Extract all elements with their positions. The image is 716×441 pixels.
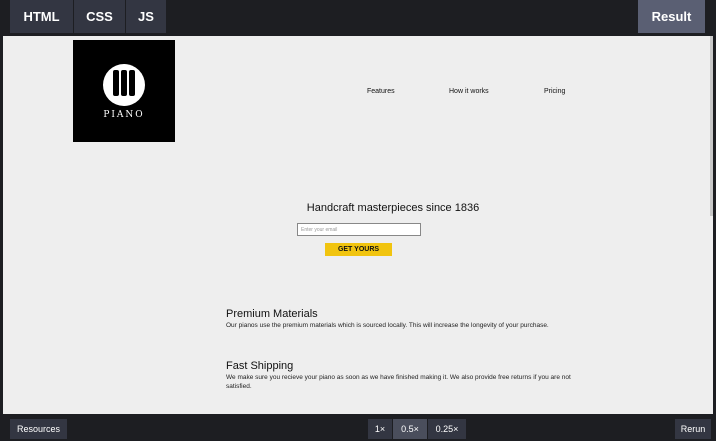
nav-link-how-it-works[interactable]: How it works (449, 88, 489, 95)
nav-link-pricing[interactable]: Pricing (544, 88, 565, 95)
nav-link-features[interactable]: Features (367, 88, 395, 95)
hero-title: Handcraft masterpieces since 1836 (306, 202, 480, 214)
logo-text: PIANO (103, 110, 145, 120)
resources-button[interactable]: Resources (10, 419, 67, 439)
result-frame: PIANO Features How it works Pricing Hand… (3, 36, 713, 414)
feature-description: We make sure you recieve your piano as s… (226, 374, 571, 390)
editor-toolbar: HTML CSS JS Result (0, 0, 716, 36)
feature-title: Premium Materials (226, 308, 318, 320)
zoom-0.5x-button[interactable]: 0.5× (393, 419, 427, 439)
zoom-0.25x-button[interactable]: 0.25× (428, 419, 466, 439)
email-input[interactable]: Enter your email (297, 223, 421, 236)
tab-html[interactable]: HTML (10, 0, 73, 33)
feature-description: Our pianos use the premium materials whi… (226, 322, 549, 329)
tab-css[interactable]: CSS (74, 0, 125, 33)
tab-result[interactable]: Result (638, 0, 705, 33)
tab-js[interactable]: JS (126, 0, 166, 33)
rerun-button[interactable]: Rerun (675, 419, 711, 439)
feature-title: Fast Shipping (226, 360, 294, 372)
piano-keys-icon (103, 64, 145, 106)
piano-logo: PIANO (73, 40, 175, 142)
editor-footer: Resources 1× 0.5× 0.25× Rerun (0, 416, 716, 441)
zoom-1x-button[interactable]: 1× (368, 419, 392, 439)
scrollbar[interactable] (710, 36, 713, 216)
get-yours-button[interactable]: GET YOURS (325, 243, 392, 256)
